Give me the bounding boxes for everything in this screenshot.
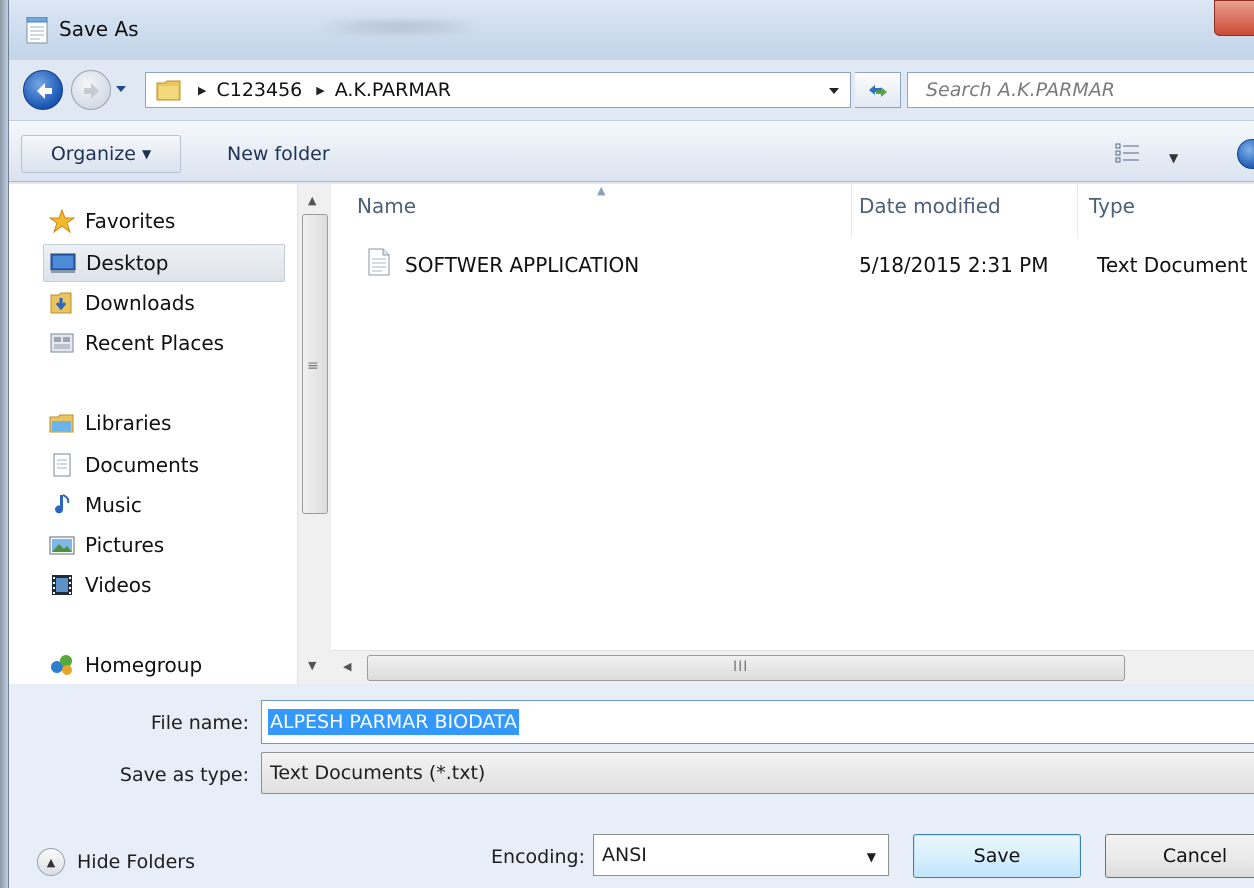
column-header-type[interactable]: Type (1089, 194, 1135, 218)
nav-item-label: Documents (85, 453, 200, 477)
file-name-value: ALPESH PARMAR BIODATA (268, 709, 520, 735)
search-box[interactable] (907, 72, 1254, 108)
chevron-right-icon[interactable]: ▶ (316, 84, 324, 97)
file-name-field[interactable]: ALPESH PARMAR BIODATA (261, 700, 1254, 744)
navigation-pane: Favorites Desktop Downloads Recent Place… (9, 184, 299, 684)
nav-group-label: Homegroup (85, 653, 203, 677)
navigation-scrollbar[interactable]: ▲ ≡ ▼ (297, 184, 331, 684)
hide-folders-label: Hide Folders (77, 851, 195, 873)
column-divider[interactable] (1077, 184, 1078, 238)
grip-icon: III (733, 659, 749, 675)
toolbar: Organize ▼ New folder ▼ (9, 120, 1254, 182)
column-header-name[interactable]: Name (357, 194, 416, 218)
recent-pages-dropdown-icon[interactable] (115, 85, 127, 93)
libraries-icon (49, 414, 74, 433)
nav-group-homegroup[interactable]: Homegroup (23, 646, 285, 684)
nav-group-label: Libraries (85, 411, 172, 435)
nav-item-recent-places[interactable]: Recent Places (43, 324, 285, 362)
star-icon (49, 209, 75, 233)
nav-item-pictures[interactable]: Pictures (43, 526, 285, 564)
address-row: ▶ C123456 ▶ A.K.PARMAR (9, 60, 1254, 116)
scroll-left-arrow-icon[interactable]: ◀ (343, 660, 351, 673)
scroll-down-arrow-icon[interactable]: ▼ (308, 659, 316, 672)
chevron-down-icon: ▼ (141, 147, 152, 161)
address-bar[interactable]: ▶ C123456 ▶ A.K.PARMAR (145, 72, 851, 108)
save-button[interactable]: Save (913, 834, 1081, 878)
nav-item-music[interactable]: Music (43, 486, 285, 524)
breadcrumb-item[interactable]: A.K.PARMAR (335, 79, 451, 101)
refresh-icon (869, 85, 887, 97)
save-type-label: Save as type: (119, 764, 249, 786)
nav-group-label: Favorites (85, 209, 176, 233)
nav-item-label: Downloads (85, 291, 195, 315)
chevron-down-icon[interactable] (828, 87, 840, 95)
chevron-down-icon: ▼ (866, 850, 876, 864)
encoding-label: Encoding: (491, 846, 585, 868)
downloads-icon (50, 292, 72, 314)
folder-icon (156, 80, 181, 101)
breadcrumb-item[interactable]: C123456 (216, 79, 302, 101)
horizontal-scrollbar[interactable]: ◀ III (331, 650, 1254, 684)
recent-places-icon (50, 333, 74, 353)
refresh-button[interactable] (855, 72, 901, 108)
encoding-value: ANSI (602, 844, 647, 866)
table-row[interactable]: SOFTWER APPLICATION 5/18/2015 2:31 PM Te… (357, 244, 1254, 284)
file-name: SOFTWER APPLICATION (405, 253, 640, 277)
music-icon (55, 494, 70, 514)
organize-button[interactable]: Organize ▼ (21, 135, 181, 173)
new-folder-button[interactable]: New folder (223, 135, 334, 173)
homegroup-icon (51, 655, 72, 675)
nav-group-favorites[interactable]: Favorites (23, 202, 285, 240)
text-file-icon (368, 248, 390, 276)
nav-item-label: Desktop (86, 251, 169, 275)
pictures-icon (49, 536, 75, 555)
save-as-dialog: Save As ▶ C123456 ▶ A.K.PARMAR Search A.… (8, 0, 1254, 888)
arrow-left-icon (37, 83, 52, 99)
notepad-icon (25, 16, 49, 44)
hide-folders-button[interactable]: ▲ Hide Folders (37, 848, 195, 876)
scroll-up-arrow-icon[interactable]: ▲ (308, 194, 316, 207)
save-type-value: Text Documents (*.txt) (270, 762, 486, 784)
encoding-select[interactable]: ANSI ▼ (593, 834, 889, 876)
background-window-edge (0, 0, 8, 888)
column-header-date-modified[interactable]: Date modified (859, 194, 1001, 218)
column-divider[interactable] (851, 184, 852, 238)
nav-item-label: Pictures (85, 533, 165, 557)
nav-group-libraries[interactable]: Libraries (23, 404, 285, 442)
save-type-select[interactable]: Text Documents (*.txt) (261, 752, 1254, 794)
cancel-button[interactable]: Cancel (1105, 834, 1254, 878)
desktop-icon (50, 253, 76, 273)
nav-item-label: Videos (85, 573, 152, 597)
nav-item-label: Recent Places (85, 331, 225, 355)
change-view-icon[interactable] (1115, 143, 1141, 163)
organize-label: Organize (50, 143, 136, 165)
forward-button[interactable] (71, 70, 111, 110)
chevron-right-icon[interactable]: ▶ (198, 84, 206, 97)
window-title: Save As (59, 17, 139, 41)
nav-item-desktop[interactable]: Desktop (43, 244, 285, 282)
chevron-up-icon: ▲ (37, 848, 65, 876)
close-button[interactable] (1214, 0, 1254, 36)
search-input[interactable] (924, 78, 1244, 102)
file-name-label: File name: (150, 712, 249, 734)
sort-ascending-icon: ▲ (597, 184, 606, 197)
chevron-down-icon[interactable]: ▼ (1169, 151, 1178, 165)
grip-icon: ≡ (307, 358, 319, 374)
help-icon[interactable] (1237, 139, 1254, 169)
title-bar: Save As (9, 0, 1254, 60)
file-list: ▲ Name Date modified Type SOFTWER APPLIC… (331, 184, 1254, 650)
nav-item-label: Music (85, 493, 142, 517)
file-date-modified: 5/18/2015 2:31 PM (859, 253, 1049, 277)
background-blur (319, 20, 479, 34)
save-form: File name: ALPESH PARMAR BIODATA Save as… (9, 684, 1254, 888)
nav-item-videos[interactable]: Videos (43, 566, 285, 604)
videos-icon (52, 575, 72, 595)
arrow-right-icon (84, 83, 99, 99)
back-button[interactable] (23, 70, 63, 110)
nav-item-downloads[interactable]: Downloads (43, 284, 285, 322)
nav-item-documents[interactable]: Documents (43, 446, 285, 484)
file-type: Text Document (1097, 253, 1248, 277)
documents-icon (53, 453, 71, 477)
